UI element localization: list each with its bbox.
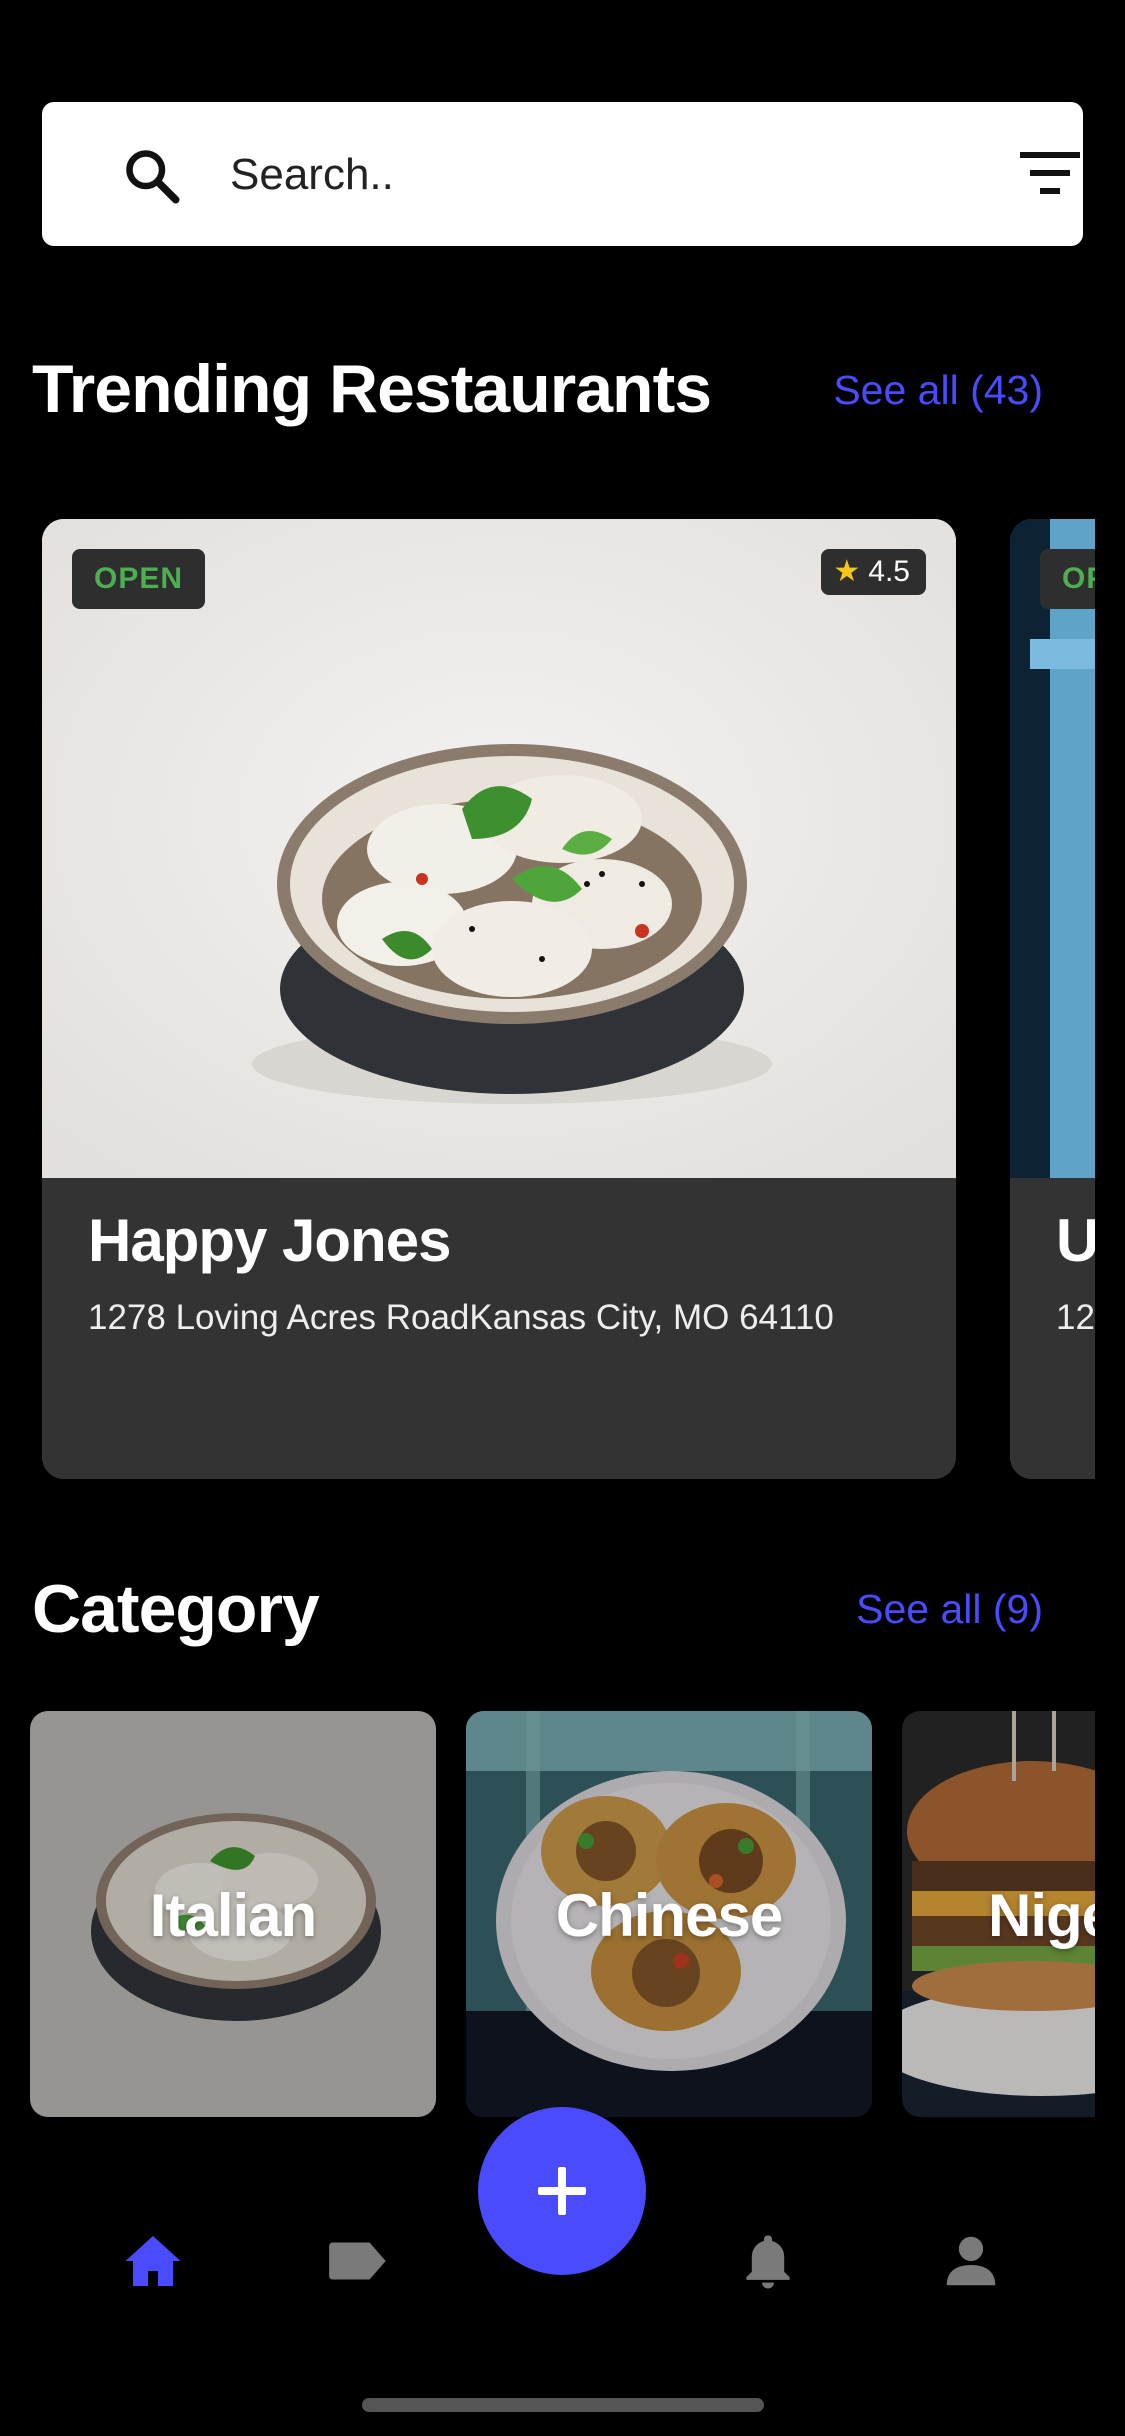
category-label: Chinese xyxy=(555,1882,783,1949)
nav-profile[interactable] xyxy=(936,2226,1006,2296)
plus-icon xyxy=(538,2167,586,2215)
restaurant-name: Happy Jones xyxy=(88,1207,451,1274)
trending-see-all-link[interactable]: See all (43) xyxy=(833,367,1043,414)
search-bar[interactable] xyxy=(42,102,1083,246)
open-status-badge: OP xyxy=(1040,549,1095,609)
filter-icon[interactable] xyxy=(1020,152,1080,196)
category-tile-italian[interactable]: Italian xyxy=(30,1711,436,2117)
nav-home[interactable] xyxy=(118,2226,188,2296)
restaurant-image xyxy=(1010,519,1095,1178)
open-status-badge: OPEN xyxy=(72,549,206,609)
restaurant-photo: OP xyxy=(1010,519,1095,1178)
nav-notifications[interactable] xyxy=(733,2226,803,2296)
restaurant-card[interactable]: OPEN ★ 4.5 Happy Jones 1278 Loving Acres… xyxy=(42,519,956,1479)
star-icon: ★ xyxy=(833,555,861,588)
restaurant-address: 12 xyxy=(1056,1298,1095,1337)
category-tile-nige[interactable]: Nige xyxy=(902,1711,1095,2117)
restaurant-card-clip: OP U 12 xyxy=(1010,519,1095,1479)
category-label: Italian xyxy=(149,1882,317,1949)
restaurant-name: U xyxy=(1056,1207,1095,1274)
restaurant-address: 1278 Loving Acres RoadKansas City, MO 64… xyxy=(88,1298,834,1337)
nav-tags[interactable] xyxy=(323,2226,393,2296)
restaurant-photo: OPEN ★ 4.5 xyxy=(42,519,956,1178)
restaurant-card[interactable]: OP U 12 xyxy=(1010,519,1095,1479)
category-title: Category xyxy=(32,1571,320,1647)
tag-icon xyxy=(329,2242,386,2280)
home-indicator xyxy=(362,2398,764,2412)
restaurant-card-body: U 12 xyxy=(1010,1178,1095,1479)
restaurant-card-body: Happy Jones 1278 Loving Acres RoadKansas… xyxy=(42,1178,956,1479)
category-see-all-link[interactable]: See all (9) xyxy=(856,1586,1043,1633)
profile-icon xyxy=(946,2236,996,2286)
home-icon xyxy=(125,2236,181,2286)
trending-title: Trending Restaurants xyxy=(32,351,712,427)
category-label: Nige xyxy=(988,1882,1095,1949)
category-tile-chinese[interactable]: Chinese xyxy=(466,1711,872,2117)
search-icon[interactable] xyxy=(122,146,182,206)
dumplings-bowl-image xyxy=(42,519,956,1178)
search-input[interactable] xyxy=(228,138,972,212)
rating-value: 4.5 xyxy=(868,555,910,588)
add-button[interactable] xyxy=(478,2107,646,2275)
rating-badge: ★ 4.5 xyxy=(821,549,926,595)
bell-icon xyxy=(746,2235,790,2289)
category-tile-clip: Nige xyxy=(902,1711,1095,2117)
